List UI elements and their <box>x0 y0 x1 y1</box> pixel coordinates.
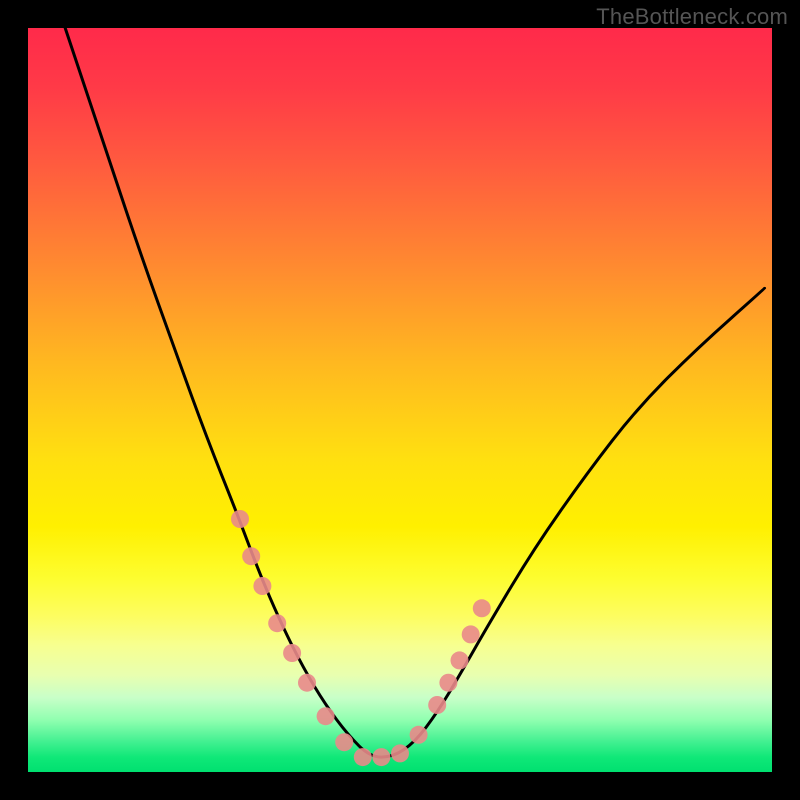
bottleneck-chart <box>28 28 772 772</box>
plot-area <box>28 28 772 772</box>
marker-dot <box>451 651 469 669</box>
marker-group <box>231 510 491 766</box>
curve-line <box>65 28 764 757</box>
marker-dot <box>372 748 390 766</box>
marker-dot <box>410 726 428 744</box>
marker-dot <box>428 696 446 714</box>
marker-dot <box>242 547 260 565</box>
marker-dot <box>462 625 480 643</box>
marker-dot <box>253 577 271 595</box>
marker-dot <box>231 510 249 528</box>
marker-dot <box>354 748 372 766</box>
marker-dot <box>439 674 457 692</box>
marker-dot <box>298 674 316 692</box>
chart-frame: TheBottleneck.com <box>0 0 800 800</box>
watermark-text: TheBottleneck.com <box>596 4 788 30</box>
marker-dot <box>283 644 301 662</box>
marker-dot <box>268 614 286 632</box>
marker-dot <box>335 733 353 751</box>
marker-dot <box>473 599 491 617</box>
marker-dot <box>391 744 409 762</box>
marker-dot <box>317 707 335 725</box>
